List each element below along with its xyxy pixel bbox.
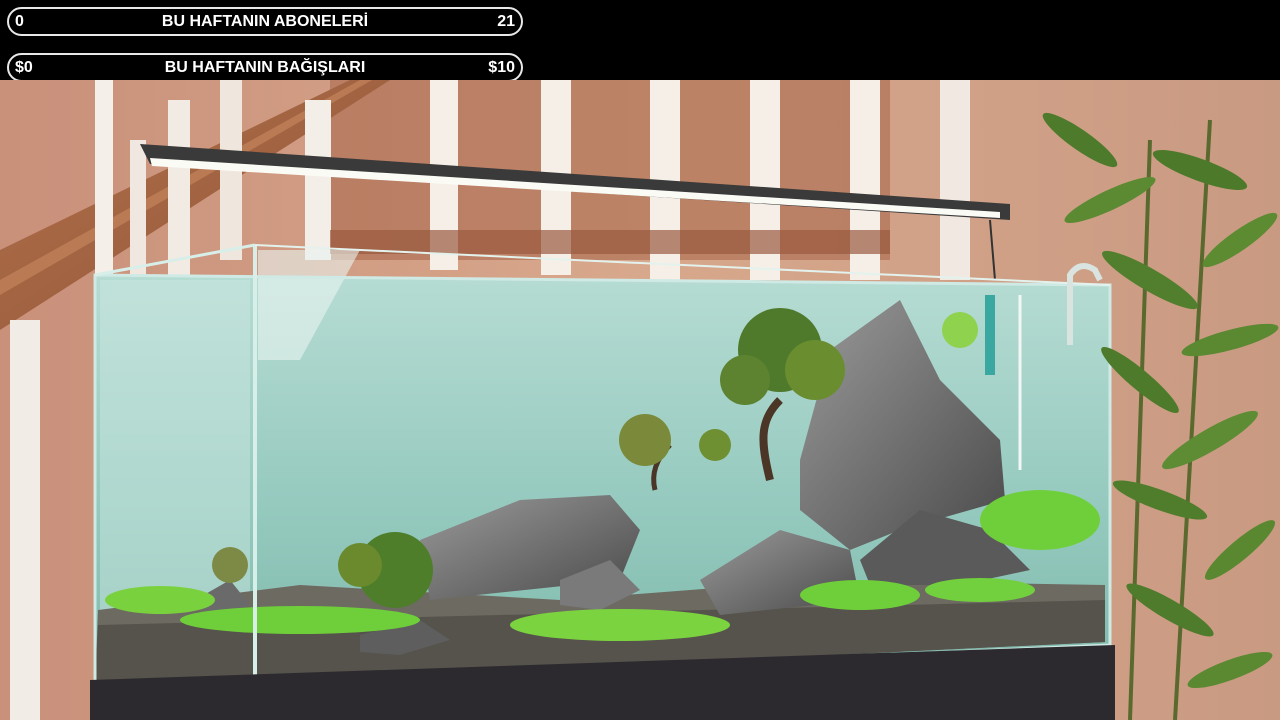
subscriber-goal-bar: 0 BU HAFTANIN ABONELERİ 21 (7, 7, 523, 36)
donation-goal-target: $10 (488, 59, 515, 76)
subscriber-goal-target: 21 (497, 13, 515, 30)
donation-goal-bar: $0 BU HAFTANIN BAĞIŞLARI $10 (7, 53, 523, 82)
aquarium-scene (0, 80, 1280, 720)
video-frame (0, 80, 1280, 720)
subscriber-goal-title: BU HAFTANIN ABONELERİ (161, 13, 369, 30)
donation-goal-title: BU HAFTANIN BAĞIŞLARI (164, 59, 366, 76)
